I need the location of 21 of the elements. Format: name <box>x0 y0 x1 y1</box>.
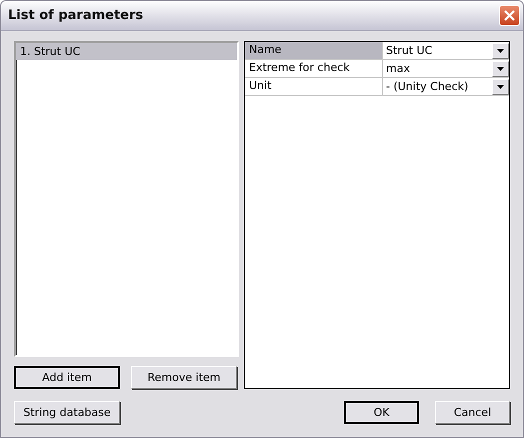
close-button[interactable] <box>499 5 520 26</box>
list-button[interactable]: Remove item <box>131 366 237 389</box>
dialog-button[interactable]: String database <box>14 401 120 424</box>
list-item[interactable]: 1. Strut UC <box>16 43 237 60</box>
property-name[interactable]: Extreme for check <box>245 60 383 77</box>
property-value[interactable]: max <box>386 62 410 75</box>
property-name[interactable]: Name <box>245 42 383 59</box>
dropdown-button[interactable] <box>492 60 509 76</box>
window-title: List of parameters <box>8 8 144 23</box>
dropdown-button[interactable] <box>492 78 509 94</box>
property-value[interactable]: Strut UC <box>386 44 432 57</box>
dialog-button[interactable]: OK <box>344 401 419 424</box>
caret-icon <box>497 84 504 88</box>
dialog-button[interactable]: Cancel <box>435 401 510 424</box>
list-button[interactable]: Add item <box>14 366 120 389</box>
caret-icon <box>497 66 504 70</box>
caret-icon <box>497 48 504 52</box>
close-icon <box>503 9 516 22</box>
property-name[interactable]: Unit <box>245 78 383 95</box>
dropdown-button[interactable] <box>492 42 509 58</box>
property-value[interactable]: - (Unity Check) <box>386 80 468 93</box>
